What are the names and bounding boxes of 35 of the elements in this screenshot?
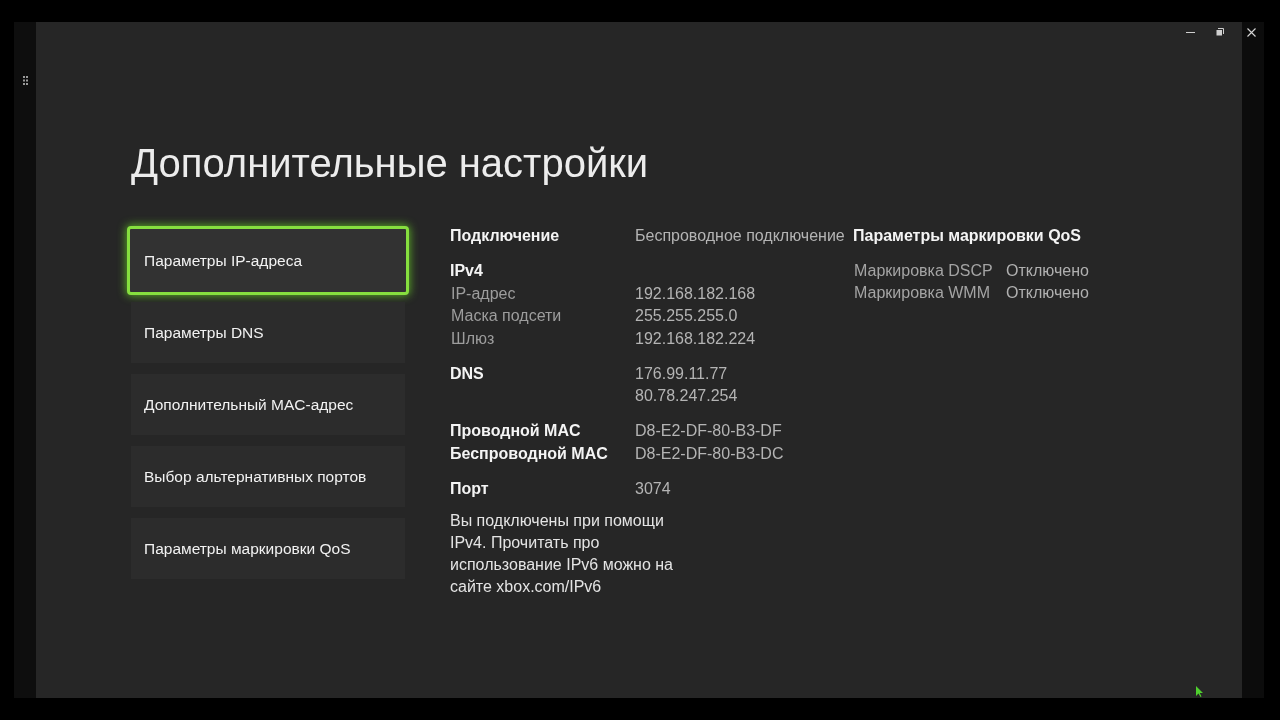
menu-item[interactable]: Параметры маркировки QoS [131, 518, 405, 579]
restore-icon [1216, 28, 1224, 36]
field-value: 80.78.247.254 [635, 386, 738, 406]
page-title: Дополнительные настройки [131, 140, 649, 186]
info-heading: Проводной MAC [450, 421, 581, 441]
info-heading: Беспроводной MAC [450, 443, 608, 464]
info-text: Вы подключены при помощи IPv4. Прочитать про использование IPv6 можно на сайте xbox.com/IPv6 [450, 510, 674, 597]
field-value: Отключено [1006, 283, 1089, 303]
field-label: Маркировка WMM [853, 283, 990, 303]
field-value: 176.99.11.77 [635, 363, 728, 384]
menu-item[interactable]: Дополнительный MAC-адрес [131, 374, 405, 435]
menu-item[interactable]: Выбор альтернативных портов [131, 446, 405, 507]
field-label: Маска подсети [450, 306, 562, 326]
menu-item[interactable]: Параметры IP-адреса [127, 226, 409, 295]
info-heading: DNS [450, 363, 484, 384]
field-value: 3074 [635, 478, 671, 499]
cursor-icon [1196, 686, 1203, 697]
field-label: Шлюз [450, 328, 495, 349]
close-icon [1246, 27, 1256, 37]
field-value: 192.168.182.224 [635, 328, 756, 349]
info-heading: Подключение [450, 226, 560, 246]
section-heading: Параметры маркировки QoS [853, 226, 1082, 246]
grip-icon[interactable] [22, 76, 28, 85]
field-value: D8-E2-DF-80-B3-DF [635, 421, 782, 441]
field-value: Беспроводное подключение [635, 226, 845, 246]
field-value: Отключено [1006, 260, 1089, 281]
info-heading: IPv4 [450, 261, 483, 281]
field-value: 192.168.182.168 [635, 283, 756, 304]
minimize-icon [1185, 31, 1195, 33]
field-label: IP-адрес [450, 283, 516, 304]
menu-item[interactable]: Параметры DNS [131, 302, 405, 363]
field-label: Маркировка DSCP [853, 260, 993, 281]
info-heading: Порт [450, 478, 489, 499]
field-value: 255.255.255.0 [635, 306, 738, 326]
field-value: D8-E2-DF-80-B3-DC [635, 443, 784, 464]
